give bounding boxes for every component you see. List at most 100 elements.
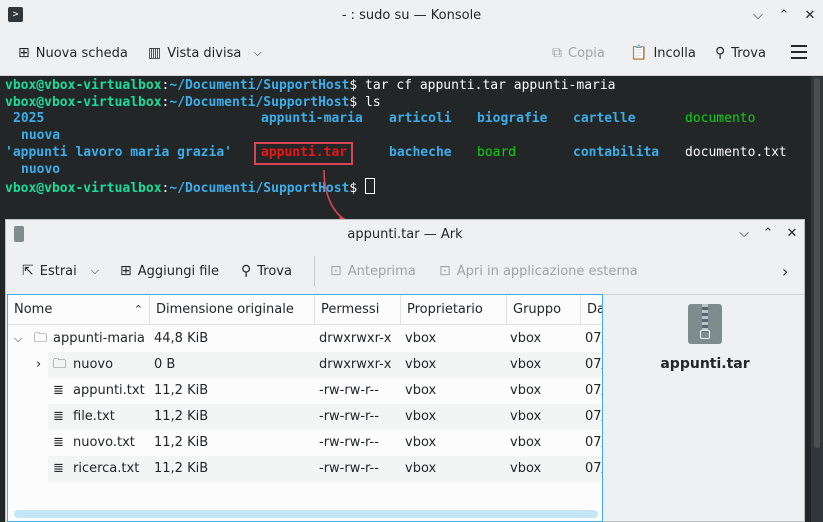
row-perm: drwxrwxr-x [319,331,392,346]
add-file-button[interactable]: ⊞ Aggiungi file [120,261,219,281]
row-perm: -rw-rw-r-- [319,409,379,424]
row-owner: vbox [405,357,437,372]
ls-entry: contabilita [573,145,660,160]
minimize-icon[interactable]: ⌵ [734,224,754,244]
archive-name-label: appunti.tar [660,356,750,372]
table-row[interactable]: ≣ file.txt 11,2 KiB -rw-rw-r-- vbox vbox… [8,404,602,430]
horizontal-scrollbar[interactable] [14,510,598,518]
row-owner: vbox [405,435,437,450]
chevron-right-icon[interactable]: › [782,261,788,281]
scrollbar-thumb[interactable] [814,78,820,448]
row-size: 11,2 KiB [154,435,209,450]
row-size: 11,2 KiB [154,461,209,476]
archive-file-list[interactable]: Nome ⌃ Dimensione originale Permessi Pro… [7,294,603,522]
column-header-group[interactable]: Gruppo [507,295,581,325]
column-header-size[interactable]: Dimensione originale [150,295,315,325]
extract-button[interactable]: ⇱ Estrai ⌵ [22,261,99,281]
highlight-annotation [254,142,353,165]
search-icon: ⚲ [241,263,252,279]
row-date: 07/ [585,357,602,372]
row-size: 11,2 KiB [154,383,209,398]
row-size: 44,8 KiB [154,331,209,346]
split-view-label: Vista divisa [167,45,242,61]
ls-entry: documento.txt [685,145,787,160]
ls-entry: articoli [389,111,452,126]
row-size: 11,2 KiB [154,409,209,424]
copy-button[interactable]: ⧉ Copia [552,43,605,63]
table-row[interactable]: › 🗀 nuovo 0 B drwxrwxr-x vbox vbox 07/ [8,352,602,378]
table-row[interactable]: ⌵ 🗀 appunti-maria 44,8 KiB drwxrwxr-x vb… [8,326,602,352]
chevron-down-icon: ⌵ [253,46,262,59]
row-date: 07/ [585,435,602,450]
row-date: 07/ [585,331,602,346]
ls-entry: documento [685,111,756,126]
new-tab-icon: ⊞ [18,45,30,61]
sort-ascending-icon: ⌃ [133,303,143,316]
row-perm: -rw-rw-r-- [319,383,379,398]
preview-label: Anteprima [347,263,416,279]
copy-icon: ⧉ [552,45,562,61]
split-view-button[interactable]: ▥ Vista divisa ⌵ [148,43,262,63]
maximize-icon[interactable]: ⌃ [758,224,778,244]
row-group: vbox [510,409,542,424]
hamburger-menu-icon[interactable] [791,45,807,63]
add-file-label: Aggiungi file [137,263,220,279]
column-header-name[interactable]: Nome ⌃ [8,295,150,325]
row-perm: -rw-rw-r-- [319,461,379,476]
konsole-titlebar: > - : sudo su — Konsole ⌵ ⌃ ✕ [0,0,823,31]
table-row[interactable]: ≣ appunti.txt 11,2 KiB -rw-rw-r-- vbox v… [8,378,602,404]
toolbar-separator [314,256,315,286]
ls-entry: appunti-maria [261,111,363,126]
archive-preview-panel: appunti.tar [606,294,804,522]
extract-label: Estrai [39,263,77,279]
column-header-owner[interactable]: Proprietario [401,295,507,325]
ark-window-title: appunti.tar — Ark [347,227,463,242]
ls-entry: nuova [21,128,61,143]
split-view-icon: ▥ [148,45,162,61]
paste-button[interactable]: 📋 Incolla [630,43,696,63]
paste-label: Incolla [653,45,696,61]
ls-entry: bacheche [389,145,452,160]
row-name: appunti.txt [73,383,145,398]
text-file-icon: ≣ [53,409,64,424]
table-row[interactable]: ≣ ricerca.txt 11,2 KiB -rw-rw-r-- vbox v… [8,456,602,482]
new-tab-button[interactable]: ⊞ Nuova scheda [18,43,128,63]
maximize-icon[interactable]: ⌃ [774,6,794,26]
text-file-icon: ≣ [53,461,64,476]
terminal-line-2: vbox@vbox-virtualbox:~/Documenti/Support… [5,95,381,110]
preview-button[interactable]: ⊡ Anteprima [330,261,416,281]
open-external-button[interactable]: ⊡ Apri in applicazione esterna [439,261,638,281]
ls-entry: board [477,145,517,160]
find-button[interactable]: ⚲ Trova [715,43,766,63]
close-icon[interactable]: ✕ [800,6,820,26]
row-owner: vbox [405,409,437,424]
search-icon: ⚲ [715,45,726,61]
row-name: nuovo.txt [73,435,135,450]
open-external-icon: ⊡ [439,263,451,279]
row-owner: vbox [405,383,437,398]
ls-entry: biografie [477,111,548,126]
row-name: file.txt [73,409,115,424]
chevron-down-icon[interactable]: ⌵ [14,326,22,352]
column-header-permissions[interactable]: Permessi [315,295,401,325]
folder-icon: 🗀 [53,357,67,372]
find-label: Trova [257,263,292,279]
terminal-scrollbar[interactable] [811,76,823,522]
row-group: vbox [510,461,542,476]
row-group: vbox [510,357,542,372]
text-file-icon: ≣ [53,383,64,398]
row-group: vbox [510,435,542,450]
column-header-date[interactable]: Da [581,295,602,325]
paste-icon: 📋 [630,45,648,61]
preview-icon: ⊡ [330,263,342,279]
minimize-icon[interactable]: ⌵ [748,6,768,26]
archive-icon [688,304,722,344]
ark-titlebar: appunti.tar — Ark ⌵ ⌃ ✕ [6,220,804,248]
chevron-right-icon[interactable]: › [36,352,41,378]
konsole-toolbar: ⊞ Nuova scheda ▥ Vista divisa ⌵ ⧉ Copia … [0,31,823,76]
find-button[interactable]: ⚲ Trova [241,261,292,281]
close-icon[interactable]: ✕ [782,224,802,244]
text-file-icon: ≣ [53,435,64,450]
table-row[interactable]: ≣ nuovo.txt 11,2 KiB -rw-rw-r-- vbox vbo… [8,430,602,456]
row-owner: vbox [405,331,437,346]
